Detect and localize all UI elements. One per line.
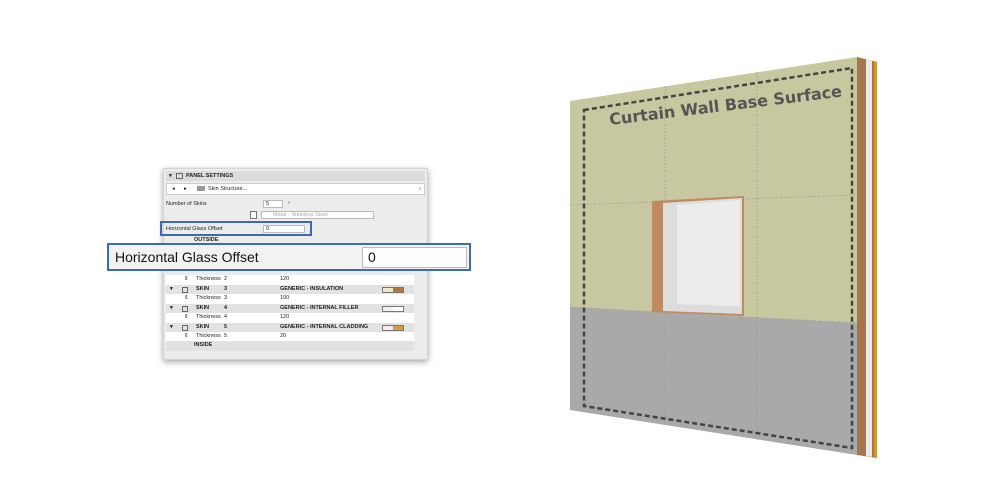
curtain-wall-illustration: Curtain Wall Base Surface xyxy=(569,57,877,458)
wall-lower-panel xyxy=(570,307,857,455)
window-glass xyxy=(677,200,740,306)
